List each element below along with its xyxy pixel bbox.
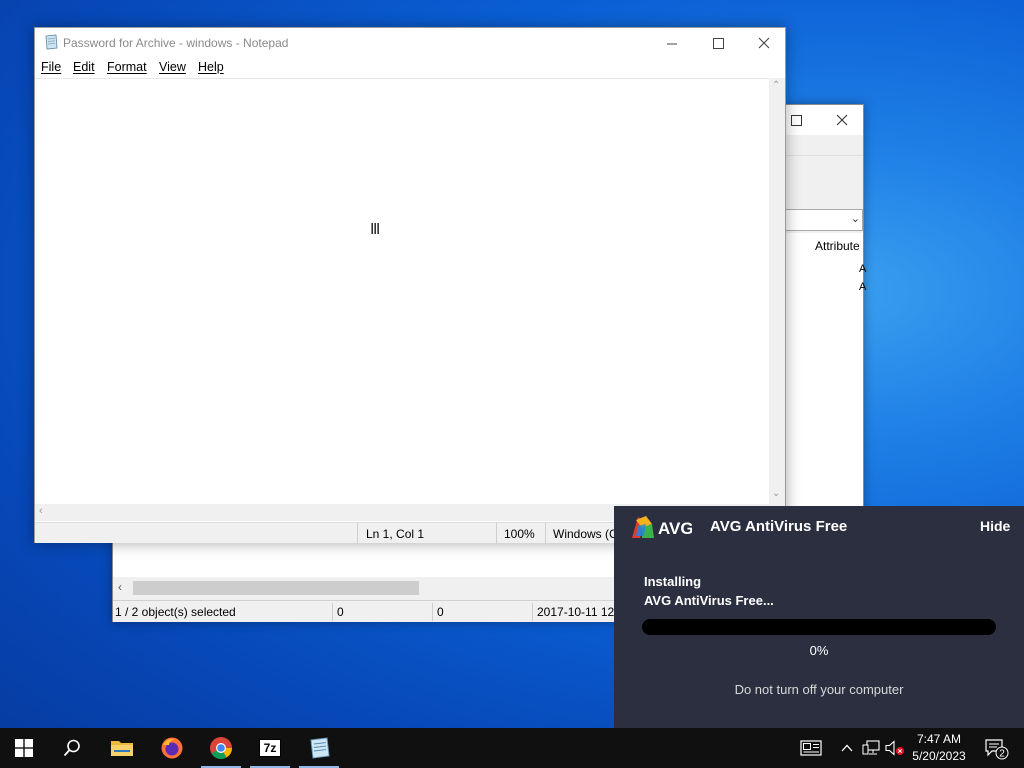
taskbar-chrome[interactable] [197, 728, 245, 768]
status-divider [496, 523, 497, 544]
7zip-close-button[interactable] [819, 105, 865, 135]
notepad-icon [45, 34, 58, 50]
menu-view[interactable]: View [159, 60, 186, 74]
notepad-titlebar[interactable]: Password for Archive - windows - Notepad [35, 28, 785, 58]
status-divider [532, 603, 533, 621]
column-header-attributes[interactable]: Attribute [815, 239, 860, 253]
news-icon [800, 740, 822, 756]
chevron-down-icon[interactable]: ⌄ [851, 212, 860, 225]
attribute-cell: A [859, 263, 867, 275]
taskbar: 7z 7:47 AM 5/20/2023 2 [0, 728, 1024, 768]
network-status-button[interactable] [860, 728, 882, 768]
install-status-label: Installing [644, 574, 702, 589]
maximize-button[interactable] [695, 28, 741, 58]
7zip-icon: 7z [259, 739, 281, 757]
taskbar-notepad[interactable] [295, 728, 343, 768]
search-icon [63, 739, 80, 757]
status-packed-size: 0 [437, 605, 444, 619]
show-hidden-icons-button[interactable] [838, 728, 856, 768]
cursor-position: Ln 1, Col 1 [366, 527, 425, 541]
progress-percent: 0% [809, 643, 829, 658]
volume-button[interactable] [884, 728, 906, 768]
menu-edit[interactable]: Edit [73, 60, 95, 74]
vertical-scrollbar[interactable]: ⌃ ⌄ [769, 78, 785, 504]
avg-logo: AVG [632, 516, 692, 538]
status-modified: 2017-10-11 12: [537, 605, 618, 619]
file-explorer-icon [111, 741, 133, 756]
notification-count: 2 [999, 749, 1005, 760]
notification-icon: 2 [985, 739, 1009, 760]
taskbar-7zip[interactable]: 7z [246, 728, 294, 768]
notepad-icon [310, 737, 330, 759]
action-center-button[interactable]: 2 [978, 728, 1014, 768]
minimize-icon [666, 43, 677, 44]
install-progress-bar [642, 619, 996, 635]
avg-popup-title: AVG AntiVirus Free [710, 518, 848, 535]
firefox-icon [161, 737, 183, 759]
speaker-muted-icon [885, 740, 904, 756]
menu-bar: File Edit Format View Help [35, 58, 785, 78]
warning-message: Do not turn off your computer [734, 682, 904, 697]
hide-button[interactable]: Hide [980, 518, 1010, 534]
status-size: 0 [337, 605, 344, 619]
svg-text:AVG: AVG [658, 519, 692, 538]
text-cursor-icon: Ⅲ [370, 220, 381, 238]
maximize-icon [790, 114, 802, 126]
network-icon [862, 740, 880, 755]
taskbar-firefox[interactable] [148, 728, 196, 768]
chrome-icon [210, 737, 232, 759]
selection-count: 1 / 2 object(s) selected [115, 605, 236, 619]
start-button[interactable] [0, 728, 48, 768]
menu-file[interactable]: File [41, 60, 61, 74]
menu-help[interactable]: Help [198, 60, 224, 74]
close-icon [836, 114, 848, 126]
taskbar-file-explorer[interactable] [98, 728, 146, 768]
avg-install-popup: AVG AVG AntiVirus Free Hide Installing A… [614, 506, 1024, 728]
maximize-icon [712, 37, 724, 49]
window-title: Password for Archive - windows - Notepad [63, 36, 289, 50]
clock-time[interactable]: 7:47 AM [904, 732, 974, 746]
scroll-left-icon[interactable]: ‹ [118, 580, 122, 594]
scroll-left-icon[interactable]: ‹ [39, 505, 43, 517]
scroll-up-icon[interactable]: ⌃ [772, 80, 780, 91]
encoding-label: Windows (C [553, 527, 618, 541]
text-editor-area[interactable]: Ⅲ [35, 78, 769, 504]
menu-format[interactable]: Format [107, 60, 147, 74]
windows-start-icon [15, 739, 33, 757]
status-divider [545, 523, 546, 544]
scrollbar-thumb[interactable] [133, 581, 419, 595]
status-divider [357, 523, 358, 544]
chevron-up-icon [841, 744, 853, 752]
status-divider [332, 603, 333, 621]
zoom-level: 100% [504, 527, 535, 541]
install-product-label: AVG AntiVirus Free... [644, 593, 774, 608]
status-divider [432, 603, 433, 621]
minimize-button[interactable] [649, 28, 695, 58]
news-widget-button[interactable] [796, 728, 826, 768]
attribute-cell: A [859, 281, 867, 293]
close-button[interactable] [741, 28, 787, 58]
close-icon [758, 37, 770, 49]
scroll-down-icon[interactable]: ⌄ [772, 488, 780, 499]
notepad-window: Password for Archive - windows - Notepad… [34, 27, 786, 544]
clock-date[interactable]: 5/20/2023 [904, 749, 974, 763]
search-button[interactable] [48, 728, 96, 768]
